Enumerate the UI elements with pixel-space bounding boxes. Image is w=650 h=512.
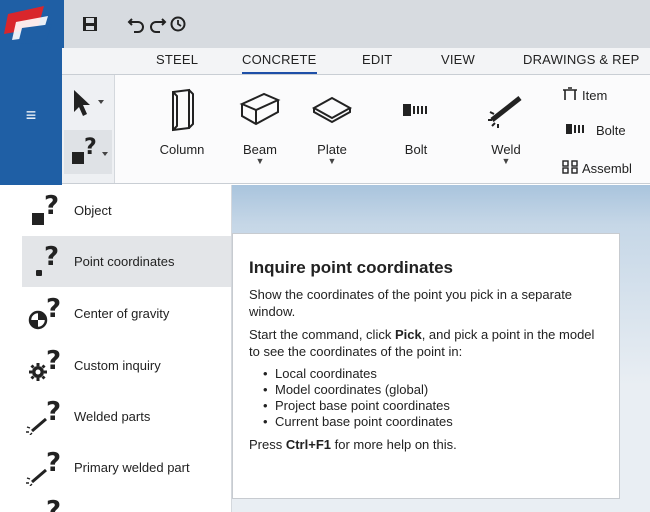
history-icon[interactable] bbox=[166, 12, 190, 36]
weld-label: Weld bbox=[491, 142, 521, 157]
tab-drawings-reports[interactable]: DRAWINGS & REP bbox=[523, 52, 639, 72]
menu-item-label: Center of gravity bbox=[74, 306, 170, 321]
tooltip-description: Show the coordinates of the point you pi… bbox=[249, 287, 573, 319]
inquire-point-tooltip: Inquire point coordinates Show the coord… bbox=[232, 233, 620, 499]
menu-item-label: Point coordinates bbox=[74, 254, 175, 269]
bolted-parts-icon bbox=[566, 123, 588, 138]
hamburger-menu-icon[interactable]: ≡ bbox=[16, 100, 46, 130]
bolt-label: Bolt bbox=[404, 142, 428, 157]
item-button[interactable]: Item bbox=[562, 85, 607, 105]
menu-item-label: Object bbox=[74, 203, 112, 218]
pick-keyword: Pick bbox=[394, 327, 422, 342]
app-logo bbox=[0, 0, 64, 48]
menu-item-welded-parts[interactable]: ? Welded parts bbox=[22, 391, 231, 442]
bolted-parts-label: Bolte bbox=[596, 122, 626, 138]
beam-icon bbox=[238, 82, 282, 138]
center-of-gravity-icon: ? bbox=[22, 288, 74, 339]
item-label: Item bbox=[582, 87, 608, 103]
weld-dropdown-caret[interactable]: ▼ bbox=[502, 157, 511, 166]
beam-button[interactable]: Beam ▼ bbox=[232, 82, 288, 178]
custom-inquiry-gear-icon: ? bbox=[22, 340, 74, 391]
plate-label: Plate bbox=[317, 142, 347, 157]
bolted-parts-button[interactable]: Bolte bbox=[566, 120, 626, 140]
tab-concrete[interactable]: CONCRETE bbox=[242, 52, 317, 74]
beam-dropdown-caret[interactable]: ▼ bbox=[256, 157, 265, 166]
column-button[interactable]: Column bbox=[150, 82, 214, 178]
tooltip-title: Inquire point coordinates bbox=[249, 258, 454, 277]
tab-view[interactable]: VIEW bbox=[441, 52, 475, 72]
undo-icon[interactable] bbox=[124, 12, 148, 36]
beam-label: Beam bbox=[243, 142, 277, 157]
primary-welded-part-icon: ? bbox=[22, 442, 74, 493]
select-arrow-dropdown[interactable] bbox=[68, 88, 108, 118]
assembly-button[interactable]: Assembl bbox=[562, 158, 632, 178]
weld-button[interactable]: Weld ▼ bbox=[478, 82, 534, 178]
column-label: Column bbox=[159, 142, 205, 157]
inquire-object-icon: ? bbox=[22, 185, 74, 236]
menu-item-label: Custom inquiry bbox=[74, 358, 161, 373]
item-icon bbox=[562, 86, 578, 104]
menu-item-label: Primary welded part bbox=[74, 460, 190, 475]
menu-item-object[interactable]: ? Object bbox=[22, 185, 231, 236]
menu-item-primary-welded-part[interactable]: ? Primary welded part bbox=[22, 442, 231, 493]
menu-item-point-coordinates[interactable]: ? Point coordinates bbox=[22, 236, 231, 287]
help-shortcut: Ctrl+F1 bbox=[285, 437, 331, 452]
welded-parts-icon: ? bbox=[22, 391, 74, 442]
list-item: Model coordinates (global) bbox=[249, 382, 603, 398]
list-item: Current base point coordinates bbox=[249, 414, 603, 430]
plate-icon bbox=[310, 82, 354, 138]
inquire-point-icon: ? bbox=[22, 236, 74, 287]
assembly-label: Assembl bbox=[582, 160, 632, 176]
svg-text:?: ? bbox=[84, 135, 97, 160]
plate-dropdown-caret[interactable]: ▼ bbox=[328, 157, 337, 166]
save-icon[interactable] bbox=[78, 12, 102, 36]
inquire-dropdown-button[interactable]: ? bbox=[64, 130, 112, 174]
coordinate-types-list: Local coordinates Model coordinates (glo… bbox=[249, 366, 603, 430]
list-item: Local coordinates bbox=[249, 366, 603, 382]
list-item: Project base point coordinates bbox=[249, 398, 603, 414]
tab-edit[interactable]: EDIT bbox=[362, 52, 392, 72]
menu-item-label: Welded parts bbox=[74, 409, 151, 424]
tooltip-instructions: Start the command, click Pick, and pick … bbox=[249, 327, 595, 359]
tooltip-help-hint: Press Ctrl+F1 for more help on this. bbox=[249, 437, 457, 452]
menu-item-partial[interactable]: ? bbox=[22, 494, 231, 512]
bolt-icon bbox=[401, 82, 431, 138]
weld-icon bbox=[486, 82, 526, 138]
menu-item-custom-inquiry[interactable]: ? Custom inquiry bbox=[22, 340, 231, 391]
assembly-icon bbox=[562, 159, 578, 177]
column-icon bbox=[167, 82, 197, 138]
bolt-button[interactable]: Bolt bbox=[388, 82, 444, 178]
tab-steel[interactable]: STEEL bbox=[156, 52, 198, 72]
plate-button[interactable]: Plate ▼ bbox=[304, 82, 360, 178]
menu-item-center-of-gravity[interactable]: ? Center of gravity bbox=[22, 288, 231, 339]
